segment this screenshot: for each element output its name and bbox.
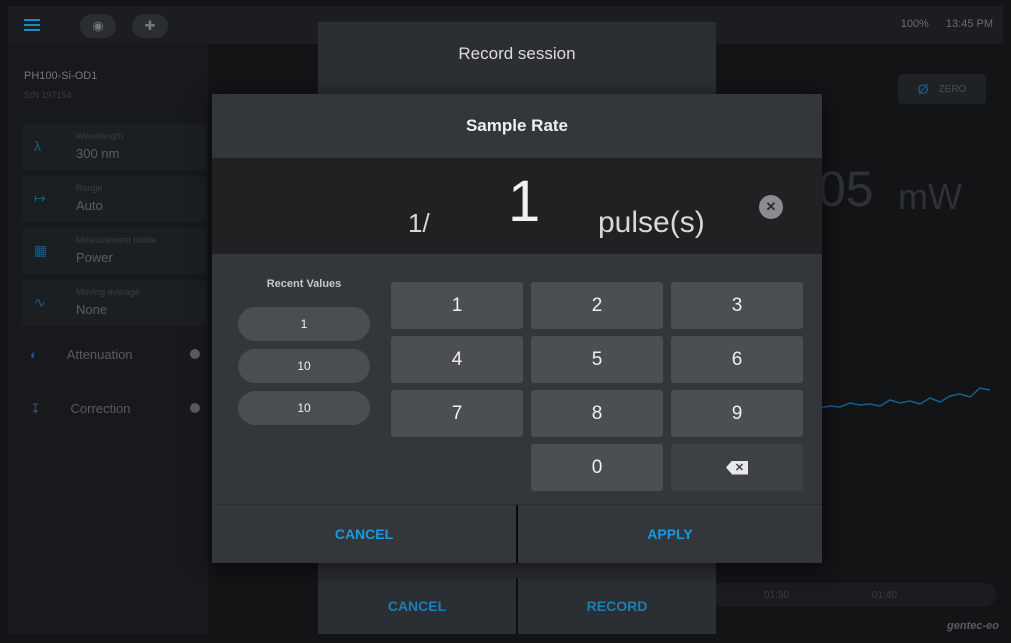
key-9[interactable]: 9	[671, 390, 803, 437]
backspace-button[interactable]: ✕	[671, 444, 803, 491]
battery-level: 100%	[900, 18, 929, 30]
cancel-button[interactable]: CANCEL	[212, 505, 516, 563]
sidebar-item-value: None	[76, 302, 108, 317]
sidebar-item-caption: Moving average	[76, 287, 141, 297]
value-prefix: 1/	[408, 208, 430, 238]
record-dialog-title: Record session	[458, 44, 576, 63]
correction-icon: ↧	[30, 401, 41, 416]
reading-unit: mW	[898, 176, 962, 217]
value-unit: pulse(s)	[598, 206, 705, 239]
attenuation-icon: ◐	[30, 347, 38, 362]
recent-value-button[interactable]: 10	[238, 391, 370, 425]
sidebar-item-value: Power	[76, 250, 113, 265]
recent-value-button[interactable]: 10	[238, 349, 370, 383]
sidebar-item-caption: Wavelength	[76, 131, 124, 141]
toggle-label: Attenuation	[66, 347, 133, 362]
timeline[interactable]: 01:30 01:40	[712, 583, 996, 607]
timeline-tick: 01:40	[872, 590, 898, 601]
clear-icon[interactable]: ✕	[759, 195, 783, 219]
dialog-title: Sample Rate	[465, 116, 569, 135]
correction-toggle[interactable]	[190, 403, 200, 413]
value-input[interactable]: 1	[508, 168, 540, 235]
live-plot	[820, 387, 990, 409]
camera-icon[interactable]: ◉	[80, 14, 116, 38]
sidebar-item-value: Auto	[76, 198, 103, 213]
status-area: 100% 13:45 PM	[887, 18, 993, 30]
key-3[interactable]: 3	[671, 282, 803, 329]
record-dialog-footer: CANCEL RECORD	[318, 577, 716, 634]
wave-icon: ∿	[34, 294, 46, 310]
clock: 13:45 PM	[945, 18, 993, 30]
timeline-tick: 01:30	[764, 590, 790, 601]
key-6[interactable]: 6	[671, 336, 803, 383]
sidebar-item-wavelength[interactable]: λ Wavelength 300 nm	[22, 124, 207, 170]
key-2[interactable]: 2	[531, 282, 663, 329]
device-serial: S/N 197154	[24, 90, 72, 100]
sidebar-item-value: 300 nm	[76, 146, 120, 161]
menu-icon[interactable]	[24, 19, 40, 31]
value-display: 1/ 1 pulse(s) ✕	[212, 158, 822, 254]
key-0[interactable]: 0	[531, 444, 663, 491]
grid-icon: ▦	[34, 242, 48, 258]
lambda-icon: λ	[34, 138, 41, 154]
key-7[interactable]: 7	[391, 390, 523, 437]
add-file-icon[interactable]: ✚	[132, 14, 168, 38]
key-8[interactable]: 8	[531, 390, 663, 437]
recent-values-title: Recent Values	[266, 278, 342, 290]
recent-value-button[interactable]: 1	[238, 307, 370, 341]
key-5[interactable]: 5	[531, 336, 663, 383]
sample-rate-dialog: Sample Rate 1/ 1 pulse(s) ✕ Recent Value…	[212, 94, 822, 563]
reading-value: 05	[818, 161, 874, 217]
sidebar-item-moving-average[interactable]: ∿ Moving average None	[22, 280, 207, 326]
zero-label: ZERO	[938, 83, 967, 95]
sidebar-toggle-correction[interactable]: ↧ Correction	[30, 401, 200, 417]
backspace-icon: ✕	[726, 460, 748, 475]
zero-icon: Ø	[917, 81, 929, 97]
sidebar-item-caption: Measurement mode	[76, 235, 157, 245]
range-icon: ↦	[34, 190, 46, 206]
record-button[interactable]: RECORD	[518, 578, 716, 634]
key-1[interactable]: 1	[391, 282, 523, 329]
brand-logo: gentec-eo	[947, 620, 999, 632]
key-4[interactable]: 4	[391, 336, 523, 383]
toggle-label: Correction	[70, 401, 131, 416]
sidebar-toggle-attenuation[interactable]: ◐ Attenuation	[30, 347, 200, 362]
sidebar-item-measurement-mode[interactable]: ▦ Measurement mode Power	[22, 228, 207, 274]
dialog-footer: CANCEL APPLY	[212, 504, 822, 563]
apply-button[interactable]: APPLY	[518, 505, 822, 563]
record-cancel-button[interactable]: CANCEL	[318, 578, 516, 634]
zero-button[interactable]: Ø ZERO	[898, 74, 986, 104]
sidebar-item-range[interactable]: ↦ Range Auto	[22, 176, 207, 222]
device-name: PH100-Si-OD1	[24, 70, 98, 82]
sidebar-item-caption: Range	[76, 183, 103, 193]
attenuation-toggle[interactable]	[190, 349, 200, 359]
